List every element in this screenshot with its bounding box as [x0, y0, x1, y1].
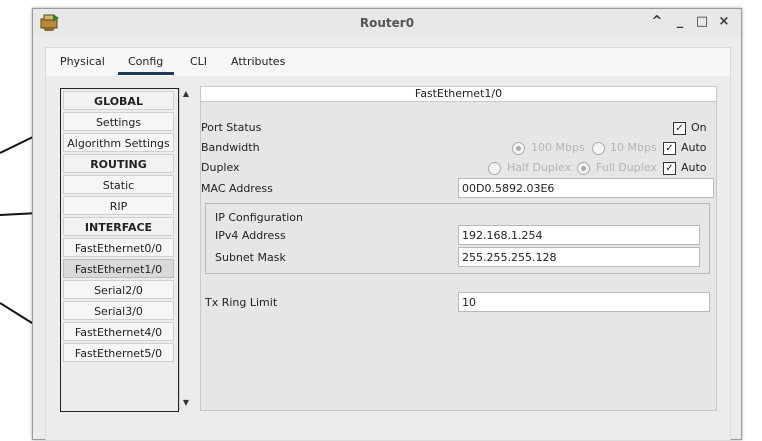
config-panel: GLOBAL Settings Algorithm Settings ROUTI…: [46, 76, 730, 440]
tab-config[interactable]: Config: [117, 52, 175, 75]
ipv4-address-field[interactable]: 192.168.1.254: [458, 225, 700, 245]
connection-line-2: [0, 212, 35, 216]
bandwidth-label: Bandwidth: [201, 141, 260, 154]
close-button[interactable]: ×: [717, 14, 731, 30]
port-on-label: On: [691, 121, 707, 134]
nav-item-serial2-0[interactable]: Serial2/0: [63, 280, 174, 299]
tab-cli[interactable]: CLI: [190, 52, 207, 72]
bandwidth-10-label: 10 Mbps: [610, 141, 657, 154]
nav-item-settings[interactable]: Settings: [63, 112, 174, 131]
nav-item-fastethernet5-0[interactable]: FastEthernet5/0: [63, 343, 174, 362]
bandwidth-auto-label: Auto: [681, 141, 707, 154]
interface-settings-panel: FastEthernet1/0 Port Status ✓ On Bandwid…: [200, 86, 717, 411]
nav-item-fastethernet1-0[interactable]: FastEthernet1/0: [63, 259, 174, 278]
ip-configuration-label: IP Configuration: [215, 211, 303, 224]
window-title: Router0: [359, 16, 415, 30]
half-duplex-label: Half Duplex: [507, 161, 572, 174]
nav-header-interface: INTERFACE: [63, 217, 174, 236]
collapse-button[interactable]: ^: [650, 14, 664, 30]
full-duplex-radio[interactable]: [577, 162, 590, 175]
ip-configuration-group: IP Configuration IPv4 Address 192.168.1.…: [205, 203, 710, 274]
router-window: Router0 ^ _ □ × Physical Config CLI Attr…: [32, 8, 742, 441]
maximize-button[interactable]: □: [695, 14, 709, 30]
scroll-up-icon[interactable]: ▲: [181, 89, 191, 99]
half-duplex-radio[interactable]: [488, 162, 501, 175]
duplex-label: Duplex: [201, 161, 240, 174]
connection-line-3: [0, 302, 33, 324]
bandwidth-100-label: 100 Mbps: [531, 141, 585, 154]
duplex-auto-label: Auto: [681, 161, 707, 174]
nav-item-serial3-0[interactable]: Serial3/0: [63, 301, 174, 320]
subnet-mask-label: Subnet Mask: [215, 251, 286, 264]
panel-title: FastEthernet1/0: [201, 87, 716, 102]
connection-line-1: [0, 136, 33, 154]
ipv4-address-label: IPv4 Address: [215, 229, 286, 242]
nav-scrollbar[interactable]: ▲ ▼: [179, 88, 192, 410]
port-status-label: Port Status: [201, 121, 262, 134]
subnet-mask-field[interactable]: 255.255.255.128: [458, 247, 700, 267]
port-on-checkbox[interactable]: ✓: [673, 122, 686, 135]
nav-header-routing: ROUTING: [63, 154, 174, 173]
nav-item-rip[interactable]: RIP: [63, 196, 174, 215]
mac-address-label: MAC Address: [201, 182, 273, 195]
mac-address-field[interactable]: 00D0.5892.03E6: [458, 178, 714, 198]
scroll-down-icon[interactable]: ▼: [181, 398, 191, 408]
tab-attributes[interactable]: Attributes: [231, 52, 285, 72]
nav-item-algorithm-settings[interactable]: Algorithm Settings: [63, 133, 174, 152]
nav-header-global: GLOBAL: [63, 91, 174, 110]
bandwidth-auto-checkbox[interactable]: ✓: [663, 142, 676, 155]
minimize-button[interactable]: _: [673, 14, 687, 30]
content-area: Physical Config CLI Attributes GLOBAL Se…: [45, 47, 731, 441]
tx-ring-limit-label: Tx Ring Limit: [205, 296, 278, 309]
title-bar[interactable]: Router0 ^ _ □ ×: [33, 9, 741, 37]
nav-item-fastethernet0-0[interactable]: FastEthernet0/0: [63, 238, 174, 257]
bandwidth-100-radio[interactable]: [512, 142, 525, 155]
tx-ring-limit-field[interactable]: 10: [458, 292, 710, 312]
full-duplex-label: Full Duplex: [596, 161, 657, 174]
config-nav-list: GLOBAL Settings Algorithm Settings ROUTI…: [60, 88, 179, 412]
nav-item-fastethernet4-0[interactable]: FastEthernet4/0: [63, 322, 174, 341]
bandwidth-10-radio[interactable]: [592, 142, 605, 155]
nav-item-static[interactable]: Static: [63, 175, 174, 194]
tab-physical[interactable]: Physical: [60, 52, 105, 72]
duplex-auto-checkbox[interactable]: ✓: [663, 162, 676, 175]
